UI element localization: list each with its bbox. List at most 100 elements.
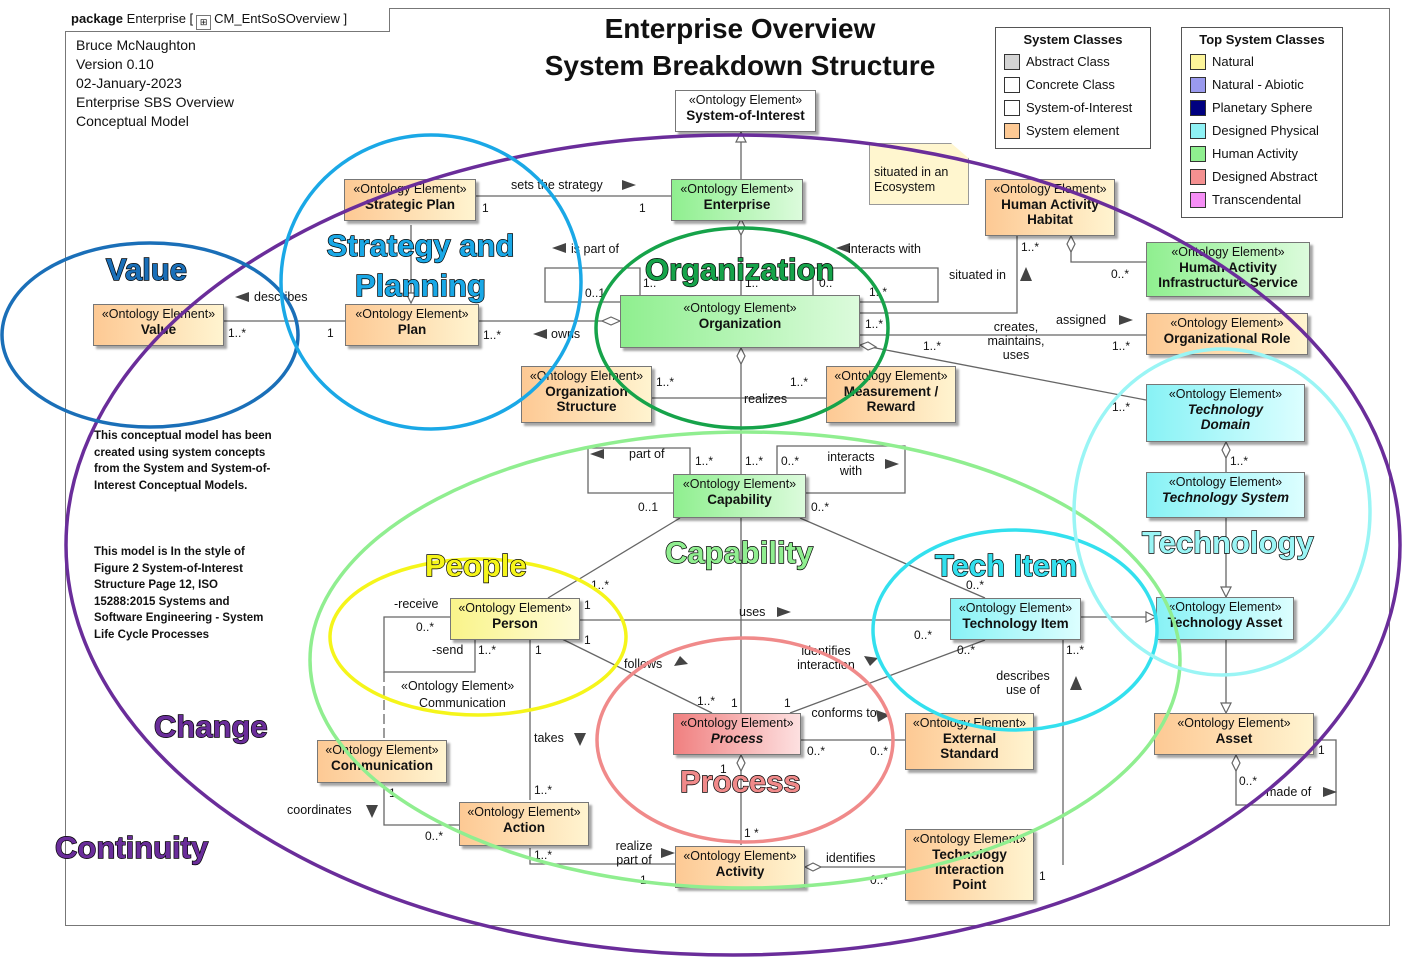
region-label-strategy: Strategy and Planning bbox=[326, 227, 515, 303]
multiplicity: 0..* bbox=[425, 829, 444, 843]
multiplicity: 0..* bbox=[781, 454, 800, 468]
stereotype: «Ontology Element» bbox=[912, 832, 1027, 846]
label-uses: uses bbox=[739, 605, 766, 619]
multiplicity: 1..* bbox=[656, 375, 675, 389]
label-made-of: made of bbox=[1266, 785, 1312, 799]
element-technology-item[interactable]: «Ontology Element» Technology Item bbox=[950, 598, 1081, 640]
element-plan[interactable]: «Ontology Element» Plan bbox=[345, 304, 479, 346]
multiplicity: 0..1 bbox=[638, 500, 659, 514]
element-name: Organization Structure bbox=[545, 384, 628, 414]
title-line-1: Enterprise Overview bbox=[604, 13, 876, 44]
element-person[interactable]: «Ontology Element» Person bbox=[450, 598, 580, 640]
element-organizational-role[interactable]: «Ontology Element» Organizational Role bbox=[1146, 313, 1308, 355]
label-is-part-of: is part of bbox=[571, 242, 619, 256]
legend-item: Natural - Abiotic bbox=[1190, 73, 1334, 96]
region-label-process: Process bbox=[679, 763, 801, 799]
multiplicity: 1 bbox=[584, 598, 591, 612]
element-organization[interactable]: «Ontology Element» Organization bbox=[620, 295, 860, 348]
element-technology-domain[interactable]: «Ontology Element» Technology Domain bbox=[1146, 384, 1305, 442]
package-keyword: package bbox=[71, 11, 124, 26]
region-label-value: Value bbox=[105, 251, 187, 287]
aggregation-diamond bbox=[858, 341, 878, 351]
legend-item: Natural bbox=[1190, 50, 1334, 73]
stereotype: «Ontology Element» bbox=[458, 601, 572, 615]
stereotype: «Ontology Element» bbox=[958, 601, 1073, 615]
element-name: Organization bbox=[698, 316, 782, 331]
element-name: Asset bbox=[1215, 731, 1253, 746]
element-process[interactable]: «Ontology Element» Process bbox=[673, 713, 801, 755]
legend-item: Transcendental bbox=[1190, 188, 1334, 211]
stereotype: «Ontology Element» bbox=[1168, 475, 1283, 489]
diagram-name[interactable]: CM_EntSoSOverview bbox=[214, 11, 340, 26]
legend-swatch bbox=[1190, 53, 1206, 70]
label-identifies-interaction: identifies interaction bbox=[797, 644, 855, 672]
element-name: Technology System bbox=[1161, 490, 1290, 505]
element-communication[interactable]: «Ontology Element» Communication bbox=[317, 740, 447, 783]
aggregation-diamond bbox=[803, 862, 823, 872]
legend-label: System element bbox=[1026, 123, 1120, 138]
element-name: Process bbox=[710, 731, 764, 746]
package-tab: package Enterprise [⊞ CM_EntSoSOverview ] bbox=[65, 8, 390, 32]
stereotype: «Ontology Element» bbox=[1171, 245, 1285, 259]
label-identifies: identifies bbox=[826, 851, 876, 865]
legend-label: Natural bbox=[1212, 54, 1254, 69]
element-capability[interactable]: «Ontology Element» Capability bbox=[673, 474, 806, 518]
author: Bruce McNaughton bbox=[76, 37, 196, 53]
label-owns: owns bbox=[551, 327, 581, 341]
stereotype: «Ontology Element» bbox=[1170, 316, 1284, 330]
legend-top-system-classes: Top System Classes Natural Natural - Abio… bbox=[1181, 27, 1343, 218]
diagram-metadata: Bruce McNaughton Version 0.10 02-January… bbox=[76, 36, 234, 131]
diagram-icon: ⊞ bbox=[196, 15, 212, 30]
multiplicity: 1 bbox=[482, 201, 489, 215]
multiplicity: 0..* bbox=[811, 500, 830, 514]
legend-label: Designed Abstract bbox=[1212, 169, 1318, 184]
stereotype: «Ontology Element» bbox=[912, 716, 1027, 730]
stereotype: «Ontology Element» bbox=[1168, 600, 1282, 614]
direction-arrow bbox=[1020, 267, 1032, 281]
direction-arrow bbox=[674, 656, 688, 666]
element-external-standard[interactable]: «Ontology Element» External Standard bbox=[905, 713, 1034, 770]
element-name: Technology Domain bbox=[1187, 402, 1264, 432]
element-strategic-plan[interactable]: «Ontology Element» Strategic Plan bbox=[344, 179, 476, 221]
label-describes-use-of: describes use of bbox=[996, 669, 1050, 697]
element-technology-asset[interactable]: «Ontology Element» Technology Asset bbox=[1156, 597, 1294, 640]
element-name: Capability bbox=[707, 492, 772, 507]
element-organization-structure[interactable]: «Ontology Element» Organization Structure bbox=[521, 366, 652, 423]
element-technology-system[interactable]: «Ontology Element» Technology System bbox=[1146, 472, 1305, 518]
multiplicity: 1..* bbox=[1112, 339, 1131, 353]
element-value[interactable]: «Ontology Element» Value bbox=[93, 304, 224, 346]
element-enterprise[interactable]: «Ontology Element» Enterprise bbox=[671, 179, 803, 221]
legend-label: Abstract Class bbox=[1026, 54, 1110, 69]
generalization-arrow bbox=[735, 130, 747, 143]
stereotype: «Ontology Element» bbox=[529, 369, 644, 383]
legend-swatch bbox=[1190, 122, 1206, 139]
note-ecosystem[interactable]: situated in an Ecosystem bbox=[869, 143, 969, 205]
element-name: External Standard bbox=[940, 731, 999, 761]
element-technology-interaction-point[interactable]: «Ontology Element» Technology Interaction… bbox=[905, 829, 1034, 901]
direction-arrow bbox=[622, 180, 636, 190]
multiplicity: 1 bbox=[1318, 743, 1325, 757]
element-system-of-interest[interactable]: «Ontology Element» System-of-Interest bbox=[675, 90, 816, 132]
label-part-of: part of bbox=[629, 447, 665, 461]
element-name: Value bbox=[140, 322, 177, 337]
legend-swatch bbox=[1004, 53, 1020, 70]
legend-item: System element bbox=[1004, 119, 1142, 142]
generalization-arrow bbox=[1145, 611, 1158, 623]
multiplicity: 1..* bbox=[1066, 643, 1085, 657]
element-activity[interactable]: «Ontology Element» Activity bbox=[675, 846, 805, 888]
element-human-activity-infrastructure-service[interactable]: «Ontology Element» Human Activity Infrast… bbox=[1146, 242, 1310, 297]
legend-label: System-of-Interest bbox=[1026, 100, 1133, 115]
package-name: Enterprise bbox=[126, 11, 186, 26]
element-name: Organizational Role bbox=[1163, 331, 1291, 346]
element-human-activity-habitat[interactable]: «Ontology Element» Human Activity Habitat bbox=[985, 179, 1115, 236]
multiplicity: 0..* bbox=[1239, 774, 1258, 788]
element-asset[interactable]: «Ontology Element» Asset bbox=[1154, 713, 1314, 755]
region-label-change: Change bbox=[153, 708, 268, 744]
legend-label: Transcendental bbox=[1212, 192, 1302, 207]
legend-item: Abstract Class bbox=[1004, 50, 1142, 73]
multiplicity: 0..1 bbox=[585, 286, 606, 300]
stereotype: «Ontology Element» bbox=[683, 849, 797, 863]
element-measurement-reward[interactable]: «Ontology Element» Measurement / Reward bbox=[826, 366, 956, 423]
element-action[interactable]: «Ontology Element» Action bbox=[459, 802, 589, 846]
multiplicity: 1 bbox=[640, 873, 647, 887]
